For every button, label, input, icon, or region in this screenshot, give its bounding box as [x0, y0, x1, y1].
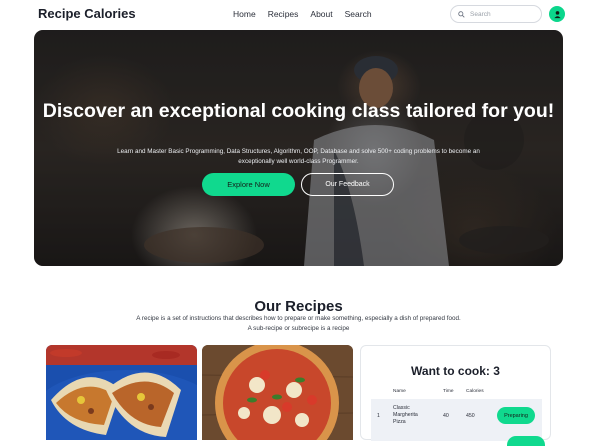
recipe-card-image-pizza[interactable] — [202, 345, 353, 440]
row-name-line2: Margherita — [393, 412, 418, 418]
search-input[interactable] — [470, 10, 540, 18]
explore-now-button[interactable]: Explore Now — [202, 173, 295, 196]
main-nav: Home Recipes About Search — [233, 9, 372, 19]
row-index: 1 — [377, 413, 380, 419]
column-time: Time — [443, 389, 454, 394]
hero-banner: Discover an exceptional cooking class ta… — [34, 30, 563, 266]
nav-about[interactable]: About — [310, 9, 332, 19]
pizza-image — [202, 345, 353, 440]
our-feedback-button[interactable]: Our Feedback — [301, 173, 394, 196]
user-avatar[interactable] — [549, 6, 565, 22]
nav-search[interactable]: Search — [345, 9, 372, 19]
nav-recipes[interactable]: Recipes — [268, 9, 299, 19]
site-logo[interactable]: Recipe Calories — [38, 6, 136, 21]
recipes-description-line1: A recipe is a set of instructions that d… — [136, 315, 461, 322]
row-name-line1: Classic — [393, 405, 410, 411]
recipes-title: Our Recipes — [254, 298, 343, 315]
recipe-card-image-tacos[interactable] — [46, 345, 197, 440]
hero-title: Discover an exceptional cooking class ta… — [42, 100, 555, 122]
nav-home[interactable]: Home — [233, 9, 256, 19]
recipes-description-line2: A sub-recipe or subrecipe is a recipe — [247, 325, 350, 332]
cook-table-header: Name Time Calories — [371, 386, 542, 398]
tacos-image — [46, 345, 197, 440]
search-icon — [458, 10, 465, 18]
hero-subtitle: Learn and Master Basic Programming, Data… — [117, 148, 480, 165]
header: Recipe Calories Home Recipes About Searc… — [0, 0, 597, 30]
row-name-line3: Pizza — [393, 419, 406, 425]
table-row: 1 Classic Margherita Pizza 40 450 Prepar… — [371, 399, 545, 446]
recipes-description: A recipe is a set of instructions that d… — [100, 314, 497, 334]
row-time: 40 — [443, 413, 449, 419]
next-row-button-partial[interactable] — [507, 436, 545, 446]
column-name: Name — [393, 389, 406, 394]
search-box[interactable] — [450, 5, 542, 23]
preparing-button[interactable]: Preparing — [497, 407, 535, 424]
column-calories: Calories — [466, 389, 484, 394]
want-to-cook-panel: Want to cook: 3 Name Time Calories 1 Cla… — [360, 345, 551, 446]
row-calories: 450 — [466, 413, 475, 419]
want-to-cook-title: Want to cook: 3 — [411, 364, 500, 378]
user-icon — [553, 10, 561, 18]
